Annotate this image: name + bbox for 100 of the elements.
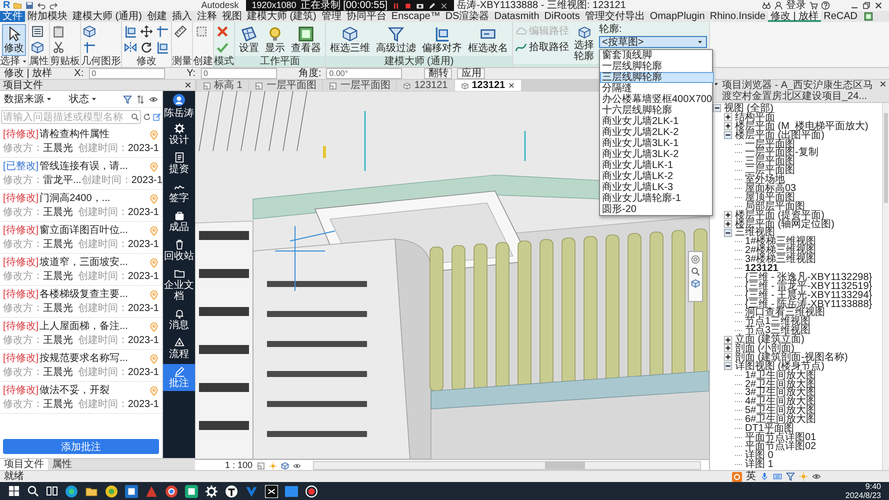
navigation-bar[interactable] xyxy=(688,251,703,302)
tree-item[interactable]: 1#楼梯三维视图 xyxy=(745,237,816,246)
dropdown-option[interactable]: 一层线脚轮廓 xyxy=(600,61,714,72)
tree-item[interactable]: 节点1三维视图 xyxy=(745,317,811,326)
steering-wheel-icon[interactable] xyxy=(691,255,700,264)
ribbon-tool-button[interactable]: 偏移对齐 xyxy=(420,24,464,56)
dropdown-option[interactable]: 十六层线脚轮廓 xyxy=(600,105,714,116)
ribbon-tab[interactable]: Enscape™ xyxy=(388,11,443,22)
close-icon[interactable] xyxy=(508,82,516,89)
coordinate-field[interactable]: 0 xyxy=(200,68,277,79)
app-icon[interactable] xyxy=(105,484,118,498)
settings-icon[interactable] xyxy=(205,484,218,498)
issue-card[interactable]: [待修改]各楼梯级复查主要... 修改方：王晨光 创建时间：2023-1 xyxy=(0,286,162,318)
ribbon-tool-button[interactable]: 显示 xyxy=(263,24,287,56)
panel-tab[interactable]: 项目文件 xyxy=(0,459,48,470)
ribbon-tool-button[interactable]: 高级过滤 xyxy=(374,24,418,56)
expand-icon[interactable] xyxy=(724,336,732,344)
issue-card[interactable]: [待修改]做法不妥，开裂 修改方：王晨光 创建时间：2023-1 xyxy=(0,382,162,414)
dropdown-option[interactable]: 商业女儿墙LK-1 xyxy=(600,160,714,171)
ribbon-tab[interactable]: 建模大师 (通用) xyxy=(70,11,144,22)
binoculars-icon[interactable] xyxy=(762,1,771,10)
sign-in-link[interactable]: 登录 xyxy=(786,0,806,11)
app-icon[interactable] xyxy=(185,484,198,498)
stop-icon[interactable] xyxy=(404,2,412,10)
view-scale[interactable]: 1 : 100 xyxy=(225,460,253,470)
ribbon-tab[interactable]: OmapPlugin xyxy=(647,11,708,22)
ribbon-tab[interactable]: 插入 xyxy=(169,11,194,22)
issue-card[interactable]: [已整改]管线连接有误，请... 修改方：雷龙平...创建时间：2023-1 xyxy=(0,158,162,190)
tree-item[interactable]: 室外场地 xyxy=(745,175,785,184)
view-tab[interactable]: 标高 1 xyxy=(197,80,248,91)
add-comment-button[interactable]: 添加批注 xyxy=(3,439,159,454)
collapse-icon[interactable] xyxy=(724,131,732,140)
dashed-square-icon[interactable] xyxy=(195,25,208,38)
save-icon[interactable] xyxy=(25,1,34,10)
scissors-icon[interactable] xyxy=(52,41,65,54)
task-view-icon[interactable] xyxy=(46,485,58,497)
view-tab[interactable]: 123121 xyxy=(454,80,522,91)
ribbon-tab[interactable]: 创建 xyxy=(144,11,170,22)
tree-item[interactable]: 三层平面图 xyxy=(745,157,795,166)
app-icon[interactable] xyxy=(165,484,178,498)
dropdown-option[interactable]: 窗套顶线脚 xyxy=(600,50,714,61)
cube-icon[interactable] xyxy=(691,279,700,288)
sidebar-item[interactable]: 回收站 xyxy=(163,237,195,264)
dropdown-option[interactable]: 商业女儿墙LK-2 xyxy=(600,171,714,182)
ribbon-tab[interactable]: 修改 | 放样 xyxy=(768,11,822,22)
ime-icon[interactable] xyxy=(732,472,742,482)
expand-icon[interactable] xyxy=(724,353,732,362)
dropdown-option[interactable]: 圆形-20 xyxy=(600,204,714,215)
tree-item[interactable]: 一层平面图 xyxy=(745,140,795,149)
keyboard-icon[interactable] xyxy=(773,472,782,481)
tree-item[interactable]: 2#卫生间放大图 xyxy=(745,380,816,389)
browser-icon[interactable] xyxy=(65,484,78,498)
dropdown-option[interactable]: 商业女儿墙LK-3 xyxy=(600,182,714,193)
ribbon-tab[interactable]: ReCAD xyxy=(821,11,860,22)
dropdown-option[interactable]: 分隔缝 xyxy=(600,83,714,94)
sidebar-item[interactable]: 成品 xyxy=(163,208,195,235)
expand-icon[interactable] xyxy=(724,220,732,228)
plan-icon[interactable] xyxy=(256,462,265,470)
crossed-lines-icon[interactable] xyxy=(156,25,169,38)
ribbon-tab[interactable]: 协同平台 xyxy=(344,11,389,22)
list-icon[interactable] xyxy=(31,25,44,38)
tree-item[interactable]: 视图 (全部) xyxy=(724,104,774,113)
ribbon-tool-button[interactable]: 查看器 xyxy=(289,24,323,56)
dropdown-option[interactable]: 商业女儿墙轮廓-1 xyxy=(600,193,714,204)
tree-item[interactable]: {三维 - 张逸凡-XBY1132298} xyxy=(745,272,872,282)
cube-icon[interactable] xyxy=(31,41,44,54)
tree-item[interactable]: 剖面 (小剖面) xyxy=(735,344,794,353)
ribbon-tool-button[interactable]: 框选三维 xyxy=(328,24,372,56)
ribbon-tab[interactable]: 视图 xyxy=(219,11,244,22)
search-icon[interactable] xyxy=(27,485,39,497)
tree-item[interactable]: 123121 xyxy=(745,264,778,273)
coordinate-field[interactable]: 0 xyxy=(88,68,165,79)
user-icon[interactable] xyxy=(774,1,783,10)
tree-item[interactable]: 屋面标高03 xyxy=(745,184,796,193)
tree-item[interactable]: 三维视图 xyxy=(735,228,775,238)
issue-card[interactable]: [待修改]窗立面详图百叶位... 修改方：王晨光 创建时间：2023-1 xyxy=(0,222,162,254)
app-icon[interactable] xyxy=(225,484,238,498)
eye-icon[interactable] xyxy=(149,94,158,104)
sidebar-item[interactable]: 批注 xyxy=(163,364,195,391)
ribbon-tab[interactable]: 管理 xyxy=(318,11,344,22)
tree-item[interactable]: DT1平面图 xyxy=(745,424,794,434)
move-arrows-icon[interactable] xyxy=(140,25,153,38)
dropdown-option[interactable]: 办公楼幕墙竖框400X700 xyxy=(600,94,714,105)
sidebar-item[interactable]: 消息 xyxy=(163,306,195,333)
tree-item[interactable]: 局部层平面图 xyxy=(745,202,805,211)
profile-dropdown[interactable]: <按草图> xyxy=(599,36,707,48)
tree-item[interactable]: 5#卫生间放大图 xyxy=(745,406,816,416)
tree-item[interactable]: 立面 (建筑立面) xyxy=(735,335,804,344)
dropdown-option[interactable]: 三层线脚轮廓 xyxy=(600,72,714,83)
tree-item[interactable]: 楼层平面 (出图平面) xyxy=(735,130,824,140)
restore-icon[interactable] xyxy=(862,1,871,10)
cart-icon[interactable] xyxy=(809,1,818,10)
expand-icon[interactable] xyxy=(724,344,732,352)
redo-icon[interactable] xyxy=(49,1,58,10)
filter-dropdown[interactable]: 数据来源 xyxy=(4,92,53,106)
ribbon-tab[interactable]: 管理交付导出 xyxy=(582,11,648,22)
camera-icon[interactable] xyxy=(416,2,424,10)
tree-item[interactable]: 楼层平面 (M_楼电梯平面放大) xyxy=(735,122,868,131)
view-tab[interactable]: 123121 xyxy=(397,80,454,91)
dropdown-option[interactable]: 商业女儿墙2LK-1 xyxy=(600,116,714,127)
